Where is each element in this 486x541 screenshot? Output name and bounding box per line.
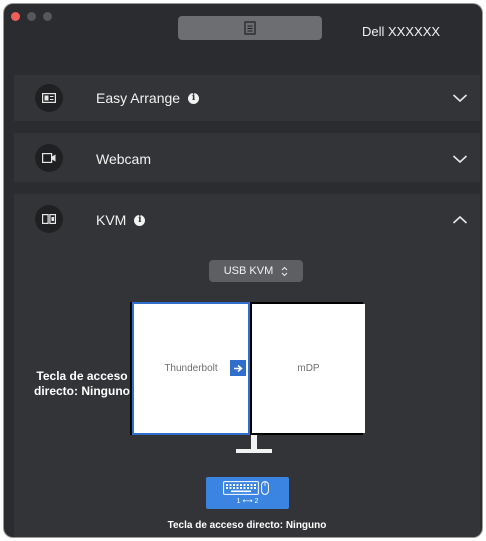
kvm-switch-label: 1 ⟷ 2	[236, 498, 259, 505]
input-label: Thunderbolt	[164, 363, 218, 374]
input-panel-mdp[interactable]: mDP	[252, 304, 365, 433]
input-label: mDP	[297, 363, 320, 374]
app-window: Dell XXXXXX Easy Arrange i Webcam KVM i …	[4, 4, 482, 537]
section-title-text: Webcam	[96, 151, 151, 167]
section-title: Easy Arrange i	[96, 90, 200, 106]
kvm-switch-button[interactable]: 1 ⟷ 2	[206, 477, 289, 509]
close-window-button[interactable]	[11, 12, 20, 21]
kvm-mode-value: USB KVM	[223, 265, 274, 277]
chevron-down-icon[interactable]	[452, 93, 468, 103]
arrow-right-icon[interactable]	[230, 360, 246, 376]
kvm-icon	[35, 205, 63, 233]
info-icon[interactable]: i	[188, 92, 200, 104]
title-bar: Dell XXXXXX	[4, 4, 482, 60]
section-title-text: Easy Arrange	[96, 90, 181, 106]
mouse-icon	[261, 481, 269, 495]
section-title: KVM i	[96, 212, 146, 228]
chevron-up-icon[interactable]	[452, 215, 468, 225]
kvm-mode-select[interactable]: USB KVM	[209, 260, 303, 282]
layout-icon	[35, 84, 63, 112]
minimize-window-button[interactable]	[27, 12, 36, 21]
webcam-icon	[35, 144, 63, 172]
chevron-down-icon[interactable]	[452, 154, 468, 164]
document-list-icon	[244, 21, 256, 35]
keyboard-icon	[223, 481, 259, 495]
hotkey-label-bottom: Tecla de acceso directo: Ninguno	[167, 520, 327, 531]
monitor-preview: Thunderbolt mDP	[130, 302, 365, 435]
monitor-stand-base	[236, 449, 272, 453]
section-title-text: KVM	[96, 212, 127, 228]
section-easy-arrange[interactable]: Easy Arrange i	[14, 75, 480, 121]
menu-button[interactable]	[178, 16, 322, 40]
info-icon[interactable]: i	[134, 214, 146, 226]
monitor-name: Dell XXXXXX	[362, 24, 441, 39]
section-kvm: KVM i USB KVM Tecla de acceso directo: N…	[14, 194, 480, 537]
input-panel-thunderbolt[interactable]: Thunderbolt	[132, 302, 250, 435]
section-title: Webcam	[96, 151, 151, 167]
section-webcam[interactable]: Webcam	[14, 133, 480, 182]
hotkey-label-left: Tecla de acceso directo: Ninguno	[34, 369, 130, 398]
maximize-window-button[interactable]	[43, 12, 52, 21]
up-down-arrows-icon	[281, 266, 288, 276]
